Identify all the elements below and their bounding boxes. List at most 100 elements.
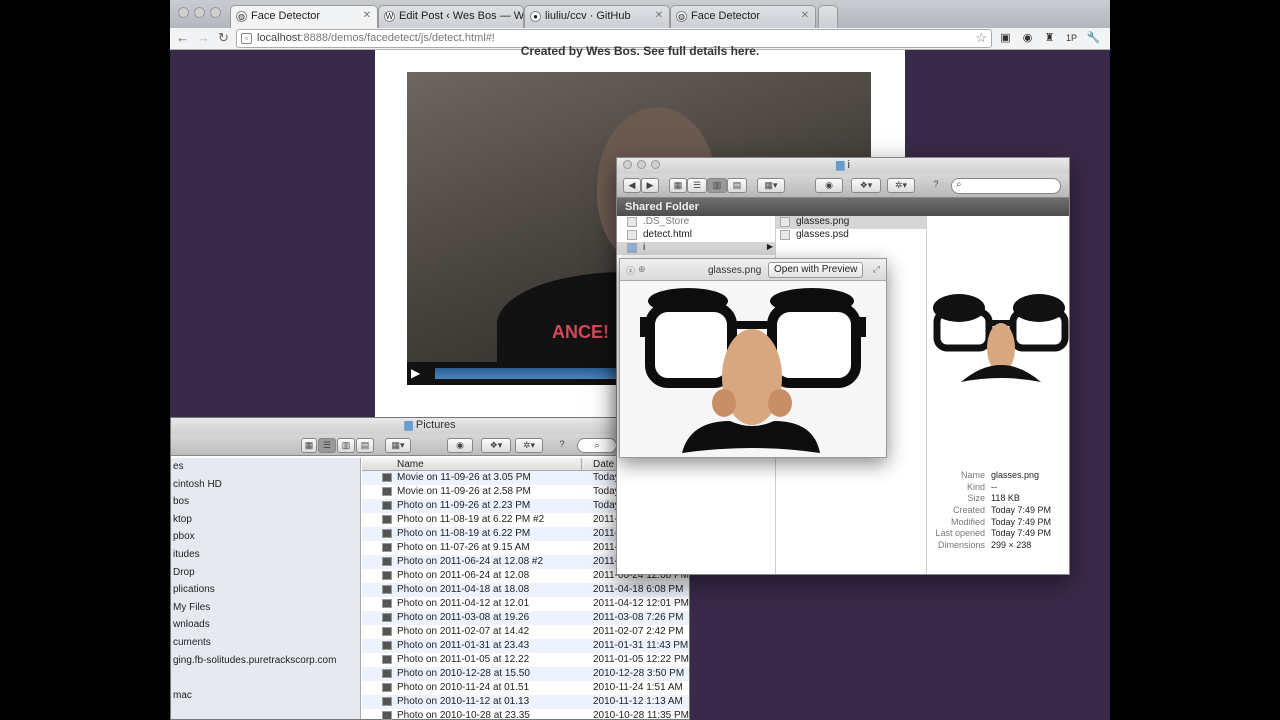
- sidebar-item[interactable]: [171, 669, 360, 687]
- sidebar-item[interactable]: My Files: [171, 599, 360, 617]
- desktop-edge: [1110, 0, 1280, 720]
- cookie-icon[interactable]: ◉: [1020, 31, 1035, 46]
- list-item[interactable]: i ▶: [617, 242, 775, 255]
- extension-icon[interactable]: ♜: [1042, 31, 1057, 46]
- image-file-icon: [382, 599, 392, 608]
- fullscreen-icon[interactable]: ⊕: [638, 264, 646, 275]
- zoom-window-button[interactable]: [210, 7, 221, 18]
- sidebar-item[interactable]: ktop: [171, 511, 360, 529]
- file-name: Photo on 11-09-26 at 2.23 PM: [397, 500, 531, 511]
- sidebar-item[interactable]: ging.fb-solitudes.puretrackscorp.com: [171, 652, 360, 670]
- new-tab-button[interactable]: [818, 5, 838, 28]
- table-row[interactable]: Photo on 2011-01-31 at 23.43 2011-01-31 1…: [362, 639, 689, 653]
- list-view-button[interactable]: ☰: [318, 438, 336, 453]
- icon-view-button[interactable]: ▦: [669, 178, 687, 193]
- icon-view-button[interactable]: ▦: [301, 438, 317, 453]
- globe-icon: ◍: [236, 11, 247, 22]
- dropbox-icon[interactable]: ❖▾: [481, 438, 511, 453]
- list-item[interactable]: glasses.psd: [776, 229, 926, 242]
- quicklook-eye-icon[interactable]: ◉: [815, 178, 843, 193]
- gear-icon[interactable]: ✲▾: [515, 438, 543, 453]
- arrange-button[interactable]: ▦▾: [757, 178, 785, 193]
- close-icon[interactable]: ✕: [655, 10, 663, 21]
- close-icon[interactable]: ✕: [801, 10, 809, 21]
- search-input[interactable]: ⌕: [577, 438, 617, 453]
- zoom-window-button[interactable]: [651, 160, 660, 169]
- open-with-preview-button[interactable]: Open with Preview: [768, 262, 864, 278]
- sidebar-item[interactable]: plications: [171, 581, 360, 599]
- image-file-icon: [780, 217, 790, 227]
- column-header-date[interactable]: Date: [593, 459, 614, 470]
- list-view-button[interactable]: ☰: [687, 178, 707, 193]
- file-name: Photo on 2010-10-28 at 23.35: [397, 710, 530, 720]
- column-view-button[interactable]: ▥: [707, 178, 727, 193]
- forward-arrow-icon[interactable]: ▶: [641, 178, 659, 193]
- close-window-button[interactable]: [178, 7, 189, 18]
- tab-face-detector-2[interactable]: ◍ Face Detector ✕: [670, 5, 816, 28]
- back-arrow-icon[interactable]: ◀: [623, 178, 641, 193]
- sidebar-item[interactable]: es: [171, 458, 360, 476]
- bookmark-star-icon[interactable]: ☆: [975, 30, 987, 46]
- sidebar-item[interactable]: cintosh HD: [171, 476, 360, 494]
- column-header-name[interactable]: Name: [397, 459, 424, 470]
- table-row[interactable]: Photo on 2010-11-12 at 01.13 2010-11-12 1…: [362, 695, 689, 709]
- file-date: 2011-: [593, 556, 618, 567]
- help-icon[interactable]: ?: [555, 438, 569, 453]
- table-row[interactable]: Photo on 2011-02-07 at 14.42 2011-02-07 2…: [362, 625, 689, 639]
- help-icon[interactable]: ?: [929, 178, 943, 193]
- table-row[interactable]: Photo on 2011-03-08 at 19.26 2011-03-08 7…: [362, 611, 689, 625]
- image-file-icon: [382, 529, 392, 538]
- tab-github[interactable]: ● liuliu/ccv · GitHub ✕: [524, 5, 670, 28]
- minimize-window-button[interactable]: [194, 7, 205, 18]
- table-row[interactable]: Photo on 2011-01-05 at 12.22 2011-01-05 1…: [362, 653, 689, 667]
- table-row[interactable]: Photo on 2010-10-28 at 23.35 2010-10-28 1…: [362, 709, 689, 720]
- file-name: Photo on 2011-06-24 at 12.08: [397, 570, 530, 581]
- close-icon[interactable]: ✕: [363, 10, 371, 21]
- sidebar-item[interactable]: itudes: [171, 546, 360, 564]
- coverflow-view-button[interactable]: ▤: [727, 178, 747, 193]
- sidebar-item[interactable]: mac: [171, 687, 360, 705]
- file-name: Photo on 2011-02-07 at 14.42: [397, 626, 530, 637]
- tab-edit-post[interactable]: W Edit Post ‹ Wes Bos — WordPress: [378, 5, 524, 28]
- sidebar-item[interactable]: cuments: [171, 634, 360, 652]
- back-arrow-icon[interactable]: ←: [176, 30, 189, 45]
- coverflow-view-button[interactable]: ▤: [356, 438, 374, 453]
- list-item[interactable]: glasses.png: [776, 216, 926, 229]
- sidebar-item[interactable]: Drop: [171, 564, 360, 582]
- close-icon[interactable]: ⓧ: [626, 264, 635, 277]
- search-input[interactable]: ⌕: [951, 178, 1061, 194]
- finder-title: i: [847, 159, 850, 171]
- sidebar-item[interactable]: pbox: [171, 528, 360, 546]
- list-item[interactable]: detect.html: [617, 229, 775, 242]
- table-row[interactable]: Photo on 2010-11-24 at 01.51 2010-11-24 1…: [362, 681, 689, 695]
- file-date: 2011-: [593, 514, 618, 525]
- list-item[interactable]: .DS_Store: [617, 216, 775, 229]
- close-window-button[interactable]: [623, 160, 632, 169]
- folder-icon: ▆: [836, 159, 845, 171]
- sidebar-item[interactable]: wnloads: [171, 616, 360, 634]
- table-row[interactable]: Photo on 2010-12-28 at 15.50 2010-12-28 3…: [362, 667, 689, 681]
- password-manager-icon[interactable]: 1P: [1064, 31, 1079, 46]
- column-view-button[interactable]: ▥: [337, 438, 355, 453]
- extension-icon[interactable]: ▣: [998, 31, 1013, 46]
- wrench-icon[interactable]: 🔧: [1086, 31, 1101, 46]
- sidebar-item[interactable]: bos: [171, 493, 360, 511]
- minimize-window-button[interactable]: [637, 160, 646, 169]
- gear-icon[interactable]: ✲▾: [887, 178, 915, 193]
- dropbox-icon[interactable]: ❖▾: [851, 178, 881, 193]
- image-file-icon: [382, 473, 392, 482]
- quicklook-eye-icon[interactable]: ◉: [447, 438, 473, 453]
- arrange-button[interactable]: ▦▾: [385, 438, 411, 453]
- table-row[interactable]: Photo on 2011-04-18 at 18.08 2011-04-18 6…: [362, 583, 689, 597]
- file-name: Photo on 2011-06-24 at 12.08 #2: [397, 556, 544, 567]
- expand-icon[interactable]: ⤢: [873, 264, 880, 275]
- tab-face-detector[interactable]: ◍ Face Detector ✕: [230, 5, 378, 28]
- image-file-icon: [382, 711, 392, 720]
- forward-arrow-icon[interactable]: →: [197, 30, 210, 45]
- file-name: Movie on 11-09-26 at 3.05 PM: [397, 472, 531, 483]
- reload-icon[interactable]: ↻: [218, 30, 229, 46]
- folder-icon: ▆: [404, 419, 413, 431]
- play-icon[interactable]: ▶: [411, 366, 420, 380]
- file-name: Photo on 2010-11-24 at 01.51: [397, 682, 530, 693]
- table-row[interactable]: Photo on 2011-04-12 at 12.01 2011-04-12 1…: [362, 597, 689, 611]
